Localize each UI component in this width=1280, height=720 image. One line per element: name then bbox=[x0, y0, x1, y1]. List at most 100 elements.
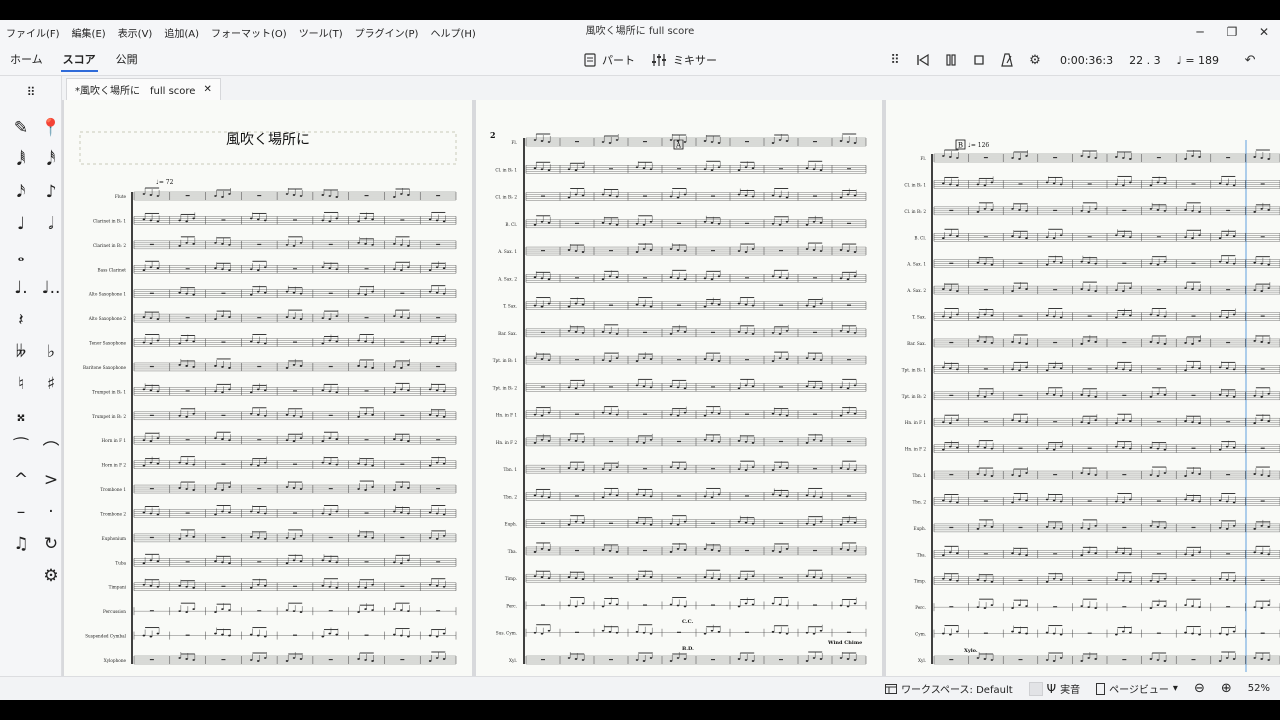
staff[interactable]: Tpt. in B♭ 1 bbox=[493, 351, 867, 365]
score-view[interactable]: 風吹く場所に ♩= 72 Flute Clarinet in B♭ 1 Clarin… bbox=[62, 100, 1280, 676]
dot-icon[interactable]: ♩. bbox=[8, 276, 34, 300]
natural-icon[interactable]: ♮ bbox=[8, 372, 34, 396]
staff[interactable]: Tba. bbox=[508, 542, 867, 556]
staff[interactable]: Euph. bbox=[914, 519, 1280, 533]
close-window-icon[interactable]: ✕ bbox=[1248, 20, 1280, 44]
staff[interactable]: Trumpet in B♭ 1 bbox=[92, 382, 457, 396]
view-mode-dropdown[interactable]: ページビュー ▾ bbox=[1096, 681, 1178, 696]
staff[interactable]: B. Cl. bbox=[914, 228, 1280, 242]
staff[interactable]: Hn. in F 1 bbox=[905, 413, 1280, 427]
pause-icon[interactable] bbox=[942, 51, 960, 69]
accent-icon[interactable]: > bbox=[38, 468, 64, 492]
staff[interactable]: Cl. in B♭ 2 bbox=[495, 188, 867, 201]
staff[interactable]: Timp. bbox=[914, 572, 1280, 585]
staff[interactable]: Suspended Cymbal bbox=[85, 627, 457, 640]
eighth-note-icon[interactable]: ♪ bbox=[38, 180, 64, 204]
thirtysecond-note-icon[interactable]: 𝅘𝅥𝅰 bbox=[38, 148, 64, 172]
staff[interactable]: Timp. bbox=[505, 569, 867, 583]
tab-home[interactable]: ホーム bbox=[0, 44, 53, 76]
document-tab[interactable]: *風吹く場所に full score ✕ bbox=[66, 78, 221, 100]
mixer-button[interactable]: ミキサー bbox=[651, 52, 717, 68]
staff[interactable]: Euph. bbox=[505, 515, 867, 528]
staff[interactable]: Tenor Saxophone bbox=[89, 334, 457, 347]
staff[interactable]: Cl. in B♭ 1 bbox=[904, 175, 1280, 189]
slur-icon[interactable]: ⌒ bbox=[38, 436, 64, 461]
staccato-icon[interactable]: · bbox=[38, 500, 64, 524]
pencil-icon[interactable]: ✎ bbox=[8, 116, 34, 140]
parts-button[interactable]: パート bbox=[584, 52, 635, 68]
staff[interactable]: Bass Clarinet bbox=[98, 260, 457, 274]
marcato-icon[interactable]: ^ bbox=[8, 468, 34, 492]
staff[interactable]: Tba. bbox=[917, 545, 1280, 559]
menu-edit[interactable]: 編集(E) bbox=[66, 25, 112, 40]
menu-format[interactable]: フォーマット(O) bbox=[205, 25, 293, 40]
palette-settings-icon[interactable]: ⚙ bbox=[38, 564, 64, 588]
pin-icon[interactable]: 📍 bbox=[38, 116, 64, 140]
sharp-icon[interactable]: ♯ bbox=[38, 372, 64, 396]
staff[interactable]: Trombone 2 bbox=[100, 505, 457, 518]
staff[interactable]: Tpt. in B♭ 2 bbox=[493, 378, 867, 392]
staff[interactable]: Sus. Cym. bbox=[496, 624, 867, 637]
staff[interactable]: Perc. bbox=[506, 597, 867, 610]
whole-note-icon[interactable]: 𝅝 bbox=[8, 244, 34, 268]
staff[interactable]: Fl. bbox=[511, 133, 867, 147]
concert-pitch-toggle[interactable]: Ψ 実音 bbox=[1028, 681, 1080, 696]
staff[interactable]: B. Cl. bbox=[505, 215, 867, 228]
staff[interactable]: Hn. in F 2 bbox=[905, 440, 1280, 453]
sixteenth-note-icon[interactable]: 𝅘𝅥𝅯 bbox=[8, 180, 34, 204]
double-sharp-icon[interactable]: 𝄪 bbox=[8, 404, 34, 428]
tie-icon[interactable]: ⁀ bbox=[8, 436, 34, 460]
undo-icon[interactable]: ↶ bbox=[1241, 51, 1259, 69]
workspace-selector[interactable]: ワークスペース: Default bbox=[885, 681, 1013, 696]
staff[interactable]: Hn. in F 2 bbox=[496, 433, 867, 447]
zoom-out-button[interactable]: ⊖ bbox=[1194, 681, 1205, 696]
staff[interactable]: Trombone 1 bbox=[100, 480, 457, 494]
tenuto-icon[interactable]: – bbox=[8, 500, 34, 524]
staff[interactable]: Trumpet in B♭ 2 bbox=[92, 407, 457, 420]
menu-file[interactable]: ファイル(F) bbox=[0, 25, 66, 40]
staff[interactable]: Tpt. in B♭ 2 bbox=[902, 387, 1280, 400]
menu-help[interactable]: ヘルプ(H) bbox=[424, 25, 481, 40]
half-note-icon[interactable]: 𝅗𝅥 bbox=[38, 212, 64, 236]
flat-icon[interactable]: ♭ bbox=[38, 340, 64, 364]
loop-icon[interactable] bbox=[970, 51, 988, 69]
staff[interactable]: A. Sax. 1 bbox=[497, 242, 867, 256]
metronome-icon[interactable] bbox=[998, 51, 1016, 69]
menu-plugins[interactable]: プラグイン(P) bbox=[349, 25, 425, 40]
staff[interactable]: Alto Saxophone 1 bbox=[88, 285, 457, 298]
double-flat-icon[interactable]: 𝄫 bbox=[8, 340, 34, 364]
staff[interactable]: Tpt. in B♭ 1 bbox=[902, 360, 1280, 374]
staff[interactable]: Horn in F 1 bbox=[102, 431, 457, 445]
staff[interactable]: A. Sax. 2 bbox=[497, 269, 867, 283]
staff[interactable]: Timpani bbox=[109, 578, 457, 591]
tab-score[interactable]: スコア bbox=[53, 44, 106, 76]
menu-add[interactable]: 追加(A) bbox=[158, 25, 205, 40]
staff[interactable]: Cl. in B♭ 1 bbox=[495, 160, 867, 174]
double-dot-icon[interactable]: ♩.. bbox=[38, 276, 64, 300]
tuplet-icon[interactable]: ♫ bbox=[8, 532, 34, 556]
staff[interactable]: A. Sax. 1 bbox=[906, 255, 1280, 268]
staff[interactable]: Xyl. bbox=[509, 651, 867, 665]
staff[interactable]: A. Sax. 2 bbox=[906, 281, 1280, 295]
staff[interactable]: Bar. Sax. bbox=[907, 334, 1280, 348]
staff[interactable]: Cym. bbox=[915, 625, 1280, 638]
staff[interactable]: T. Sax. bbox=[912, 308, 1280, 321]
staff[interactable]: Alto Saxophone 2 bbox=[88, 309, 457, 323]
staff[interactable]: Xylophone bbox=[104, 651, 457, 665]
staff[interactable]: Fl. bbox=[920, 149, 1280, 163]
tab-publish[interactable]: 公開 bbox=[106, 44, 148, 76]
staff[interactable]: Perc. bbox=[915, 598, 1280, 612]
staff[interactable]: Flute bbox=[115, 187, 457, 201]
staff[interactable]: Bar. Sax. bbox=[498, 324, 867, 338]
staff[interactable]: Tbn. 1 bbox=[913, 466, 1280, 480]
staff[interactable]: Tbn. 2 bbox=[504, 487, 867, 501]
minimize-icon[interactable]: ─ bbox=[1184, 20, 1216, 44]
rest-icon[interactable]: 𝄽 bbox=[8, 308, 34, 332]
staff[interactable]: T. Sax. bbox=[503, 297, 867, 310]
staff[interactable]: Tuba bbox=[115, 553, 457, 567]
flip-direction-icon[interactable]: ↻ bbox=[38, 532, 64, 556]
menu-view[interactable]: 表示(V) bbox=[112, 25, 159, 40]
staff[interactable]: Hn. in F 1 bbox=[496, 406, 867, 419]
close-tab-icon[interactable]: ✕ bbox=[203, 84, 211, 95]
playback-settings-icon[interactable]: ⚙ bbox=[1026, 51, 1044, 69]
